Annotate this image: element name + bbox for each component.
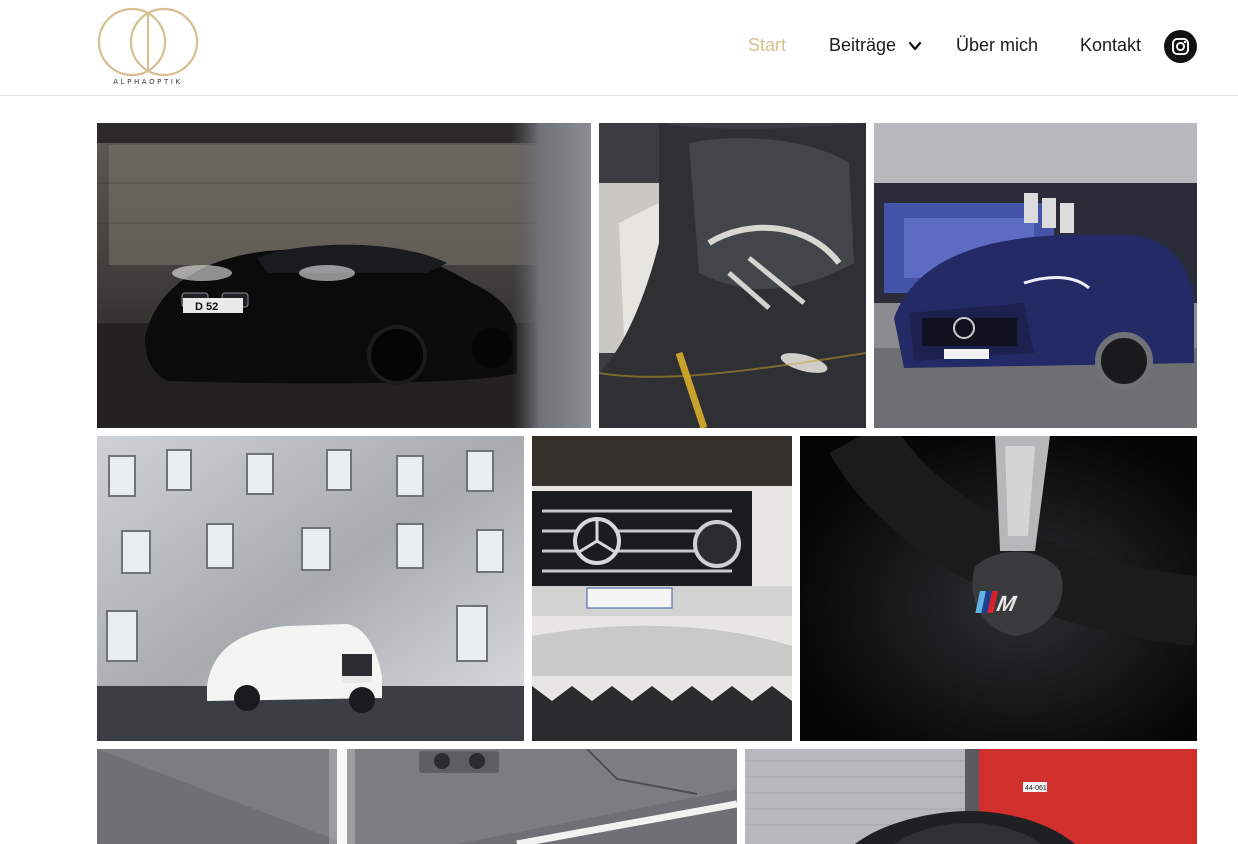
nav-item-ueber-mich[interactable]: Über mich: [956, 35, 1038, 56]
nav-item-beitraege[interactable]: Beiträge: [829, 35, 896, 56]
gallery-photo-g-class[interactable]: [532, 436, 792, 741]
gallery-photo-garage-ceiling[interactable]: [97, 749, 737, 844]
gallery-photo-car-red-wall[interactable]: 44-061: [745, 749, 1197, 844]
logo-rings-icon: [97, 7, 199, 77]
site-header: ALPHAOPTIK Start Beiträge Über mich Kont…: [0, 0, 1238, 96]
gallery-photo-m-steering-wheel[interactable]: M: [800, 436, 1197, 741]
alphaoptik-logo[interactable]: ALPHAOPTIK: [96, 6, 200, 90]
gallery-photo-amg-seat[interactable]: [599, 123, 866, 428]
gallery-photo-white-gle[interactable]: [97, 436, 524, 741]
gallery-photo-bmw-garage[interactable]: D 52: [97, 123, 591, 428]
gallery-photo-blue-amg[interactable]: [874, 123, 1197, 428]
instagram-icon[interactable]: [1164, 30, 1197, 63]
nav-item-kontakt[interactable]: Kontakt: [1080, 35, 1141, 56]
wall-sign: 44-061: [1025, 785, 1047, 792]
nav-item-start[interactable]: Start: [748, 35, 786, 56]
logo-wordmark: ALPHAOPTIK: [113, 78, 183, 86]
license-plate: D 52: [195, 301, 218, 313]
chevron-down-icon[interactable]: [908, 39, 922, 53]
